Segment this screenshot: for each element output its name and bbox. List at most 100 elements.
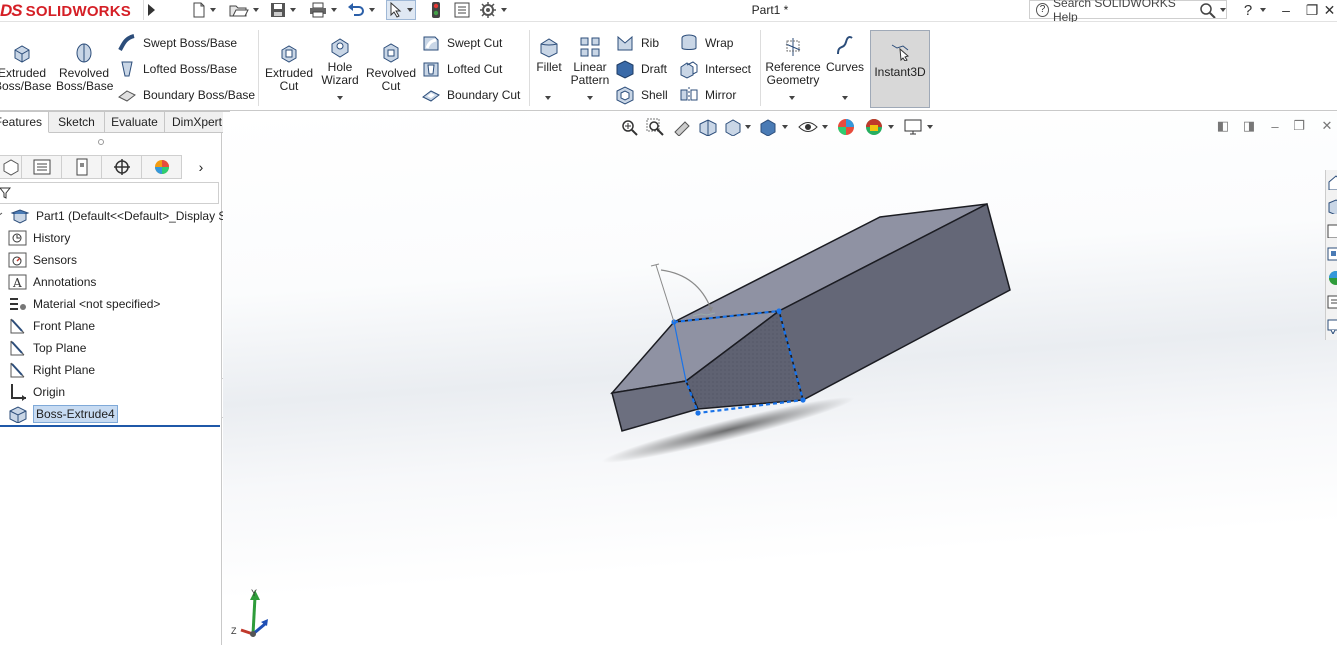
solidworks-resources-tab[interactable]: [1326, 170, 1337, 194]
restore-button[interactable]: ❐: [1300, 0, 1324, 20]
boundary-cut-button[interactable]: Boundary Cut: [421, 84, 520, 106]
search-input[interactable]: Search SOLIDWORKS Help: [1053, 0, 1191, 24]
tree-item-boss-extrude4[interactable]: Boss-Extrude4: [8, 404, 118, 424]
configuration-manager-tab[interactable]: [62, 155, 102, 179]
new-document-button[interactable]: [192, 0, 216, 20]
chevron-down-icon[interactable]: [545, 96, 551, 100]
lofted-boss-icon: [121, 61, 133, 77]
plane-icon: [10, 340, 25, 356]
tree-item-right-plane[interactable]: Right Plane: [8, 360, 95, 380]
options-button[interactable]: [479, 0, 507, 20]
file-explorer-tab[interactable]: [1326, 218, 1337, 242]
custom-properties-tab[interactable]: [1326, 290, 1337, 314]
swept-cut-button[interactable]: Swept Cut: [421, 32, 502, 54]
rebuild-button[interactable]: [430, 0, 442, 20]
shell-button[interactable]: Shell: [615, 84, 668, 106]
open-button[interactable]: [229, 0, 259, 20]
chevron-down-icon[interactable]: [842, 96, 848, 100]
tab-dimxpert[interactable]: DimXpert: [165, 111, 230, 133]
fillet-button[interactable]: Fillet: [533, 36, 565, 74]
menu-expand-arrow-icon[interactable]: [143, 0, 157, 20]
revolved-boss-button[interactable]: Revolved Boss/Base: [56, 42, 114, 93]
mirror-button[interactable]: Mirror: [679, 84, 736, 106]
tree-item-label: Front Plane: [33, 319, 96, 333]
tree-item-origin[interactable]: Origin: [8, 382, 65, 402]
tree-item-top-plane[interactable]: Top Plane: [8, 338, 86, 358]
chevron-down-icon[interactable]: [789, 96, 795, 100]
instant3d-icon: [891, 44, 909, 61]
appearances-tab[interactable]: [1326, 266, 1337, 290]
search-icon[interactable]: [1199, 2, 1216, 18]
dimxpert-manager-tab[interactable]: [102, 155, 142, 179]
swept-boss-label: Swept Boss/Base: [143, 36, 238, 50]
tree-item-history[interactable]: History: [8, 228, 70, 248]
print-button[interactable]: [309, 0, 337, 20]
display-manager-tab[interactable]: [142, 155, 182, 179]
minimize-button[interactable]: –: [1274, 0, 1298, 20]
curves-button[interactable]: Curves: [825, 36, 865, 74]
panel-splitter-handle[interactable]: [98, 139, 104, 145]
tree-item-label: Right Plane: [33, 363, 96, 377]
rib-button[interactable]: Rib: [615, 32, 659, 54]
tree-item-label: Top Plane: [33, 341, 87, 355]
curves-label: Curves: [825, 60, 864, 74]
lofted-cut-button[interactable]: Lofted Cut: [421, 58, 502, 80]
lofted-boss-button[interactable]: Lofted Boss/Base: [117, 58, 237, 80]
brand-name: SOLIDWORKS: [25, 2, 131, 20]
tree-item-annotations[interactable]: A Annotations: [8, 272, 96, 292]
draft-button[interactable]: Draft: [615, 58, 667, 80]
file-properties-button[interactable]: [454, 0, 470, 20]
intersect-button[interactable]: Intersect: [679, 58, 751, 80]
feature-filter-row[interactable]: [0, 182, 219, 204]
rib-label: Rib: [641, 36, 660, 50]
instant3d-label: Instant3D: [874, 65, 926, 79]
extruded-cut-button[interactable]: Extruded Cut: [262, 42, 316, 93]
undo-button[interactable]: [347, 0, 375, 20]
property-manager-tab[interactable]: [22, 155, 62, 179]
chevron-down-icon: [290, 8, 296, 12]
select-button[interactable]: [386, 0, 416, 20]
tree-item-material[interactable]: Material <not specified>: [8, 294, 160, 314]
linear-pattern-button[interactable]: Linear Pattern: [568, 36, 612, 87]
tree-item-sensors[interactable]: Sensors: [8, 250, 77, 270]
feature-manager-tab[interactable]: [0, 155, 22, 179]
boundary-boss-button[interactable]: Boundary Boss/Base: [117, 84, 255, 106]
rollback-bar[interactable]: [0, 425, 220, 427]
panel-tabs-more-arrow[interactable]: ›: [182, 155, 220, 179]
graphics-area[interactable]: ◧ ◨ – ❐ ✕ Y Z: [223, 112, 1337, 645]
close-button[interactable]: ✕: [1322, 0, 1337, 20]
swept-boss-button[interactable]: Swept Boss/Base: [117, 32, 237, 54]
wrap-label: Wrap: [705, 36, 734, 50]
history-folder-icon: [8, 230, 27, 246]
tree-root-part1[interactable]: Part1 (Default<<Default>_Display S: [0, 206, 226, 226]
revolved-cut-button[interactable]: Revolved Cut: [364, 42, 418, 93]
tree-item-front-plane[interactable]: Front Plane: [8, 316, 95, 336]
save-button[interactable]: [270, 0, 296, 20]
chevron-down-icon[interactable]: [337, 96, 343, 100]
search-help-box[interactable]: ? Search SOLIDWORKS Help: [1029, 0, 1227, 24]
extruded-boss-button[interactable]: Extruded Boss/Base: [0, 42, 52, 93]
view-palette-tab[interactable]: [1326, 242, 1337, 266]
reference-geometry-button[interactable]: Reference Geometry: [762, 36, 824, 87]
solidworks-window: DS SOLIDWORKS Part1 * ? Search SOLIDWORK…: [0, 0, 1337, 645]
forum-tab[interactable]: [1326, 314, 1337, 338]
instant3d-button[interactable]: Instant3D: [870, 30, 930, 108]
chevron-down-icon[interactable]: [587, 96, 593, 100]
tab-evaluate[interactable]: Evaluate: [105, 111, 165, 133]
hole-wizard-button[interactable]: Hole Wizard: [315, 36, 365, 87]
extruded-body[interactable]: [610, 202, 1011, 432]
wrap-button[interactable]: Wrap: [679, 32, 733, 54]
design-library-tab[interactable]: [1326, 194, 1337, 218]
solidworks-logo[interactable]: DS SOLIDWORKS: [0, 1, 131, 21]
extruded-boss-label: Extruded Boss/Base: [0, 66, 52, 93]
linear-pattern-icon: [580, 37, 600, 57]
axis-triad: Y Z: [231, 588, 268, 637]
home-icon: [1328, 175, 1337, 190]
tab-features[interactable]: Features: [0, 111, 49, 133]
tab-sketch[interactable]: Sketch: [49, 111, 105, 133]
panel-tabs: ›: [0, 155, 222, 179]
help-dropdown[interactable]: [1254, 0, 1268, 20]
revolved-boss-label: Revolved Boss/Base: [56, 66, 114, 93]
extruded-cut-icon: [281, 45, 297, 63]
gear-icon: [480, 2, 496, 18]
